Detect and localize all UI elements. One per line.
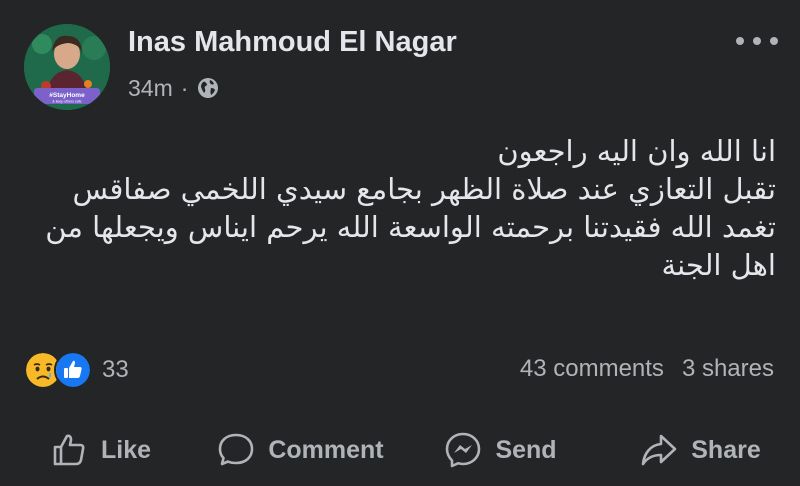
post-text-line: تقبل التعازي عند صلاة الظهر بجامع سيدي ا… — [72, 172, 776, 206]
reaction-count: 33 — [102, 356, 129, 383]
post-stats: 43 comments 3 shares — [520, 355, 774, 383]
post-meta: 34m · — [128, 73, 220, 103]
comment-icon — [219, 433, 254, 466]
thumbs-up-icon — [53, 434, 85, 466]
comment-label: Comment — [268, 435, 384, 464]
avatar-badge-subtext: & keep others safe — [52, 100, 81, 104]
more-dot-icon — [753, 37, 761, 45]
post-card: #StayHome & keep others safe Inas Mahmou… — [0, 0, 800, 486]
more-dot-icon — [736, 37, 744, 45]
like-reaction-icon — [54, 351, 92, 389]
post-text-line: تغمد الله فقيدتنا برحمته الواسعة الله ير… — [45, 210, 776, 244]
share-button[interactable]: Share — [600, 422, 800, 478]
send-label: Send — [495, 435, 557, 464]
messenger-icon — [446, 432, 481, 468]
comment-button[interactable]: Comment — [200, 422, 400, 478]
post-text-line: انا الله وان اليه راجعون — [497, 134, 776, 168]
avatar-image: #StayHome & keep others safe — [24, 24, 110, 110]
comments-count[interactable]: 43 comments — [520, 355, 664, 383]
more-options-button[interactable] — [736, 30, 778, 52]
like-label: Like — [100, 435, 152, 464]
post-time[interactable]: 34m — [128, 75, 173, 102]
meta-separator: · — [180, 74, 189, 101]
send-button[interactable]: Send — [400, 422, 600, 478]
avatar[interactable]: #StayHome & keep others safe — [24, 24, 110, 110]
reactions-summary[interactable]: 33 — [24, 351, 129, 389]
globe-icon[interactable] — [196, 76, 220, 100]
action-bar: Like Comment Send Share — [0, 422, 800, 478]
more-dot-icon — [770, 37, 778, 45]
post-text: انا الله وان اليه راجعون تقبل التعازي عن… — [36, 132, 776, 284]
shares-count[interactable]: 3 shares — [682, 355, 774, 383]
post-text-line: اهل الجنة — [661, 248, 776, 282]
avatar-badge-text: #StayHome — [49, 92, 85, 99]
author-name[interactable]: Inas Mahmoud El Nagar — [128, 26, 457, 59]
share-label: Share — [691, 435, 761, 464]
share-arrow-icon — [641, 434, 677, 466]
like-button[interactable]: Like — [0, 422, 200, 478]
